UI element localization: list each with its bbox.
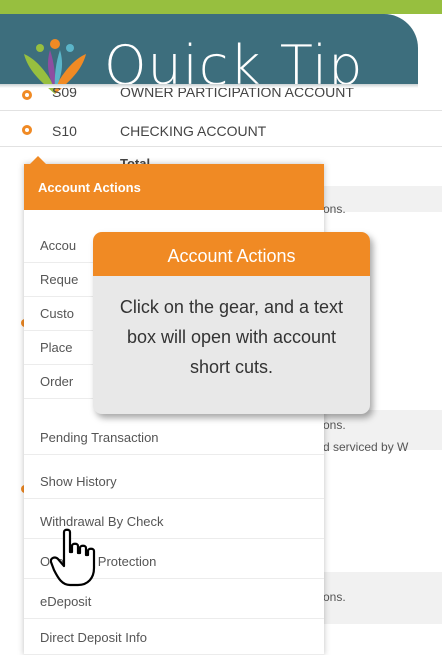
menu-item-label: Order [40, 374, 74, 389]
menu-item-label: Reque [40, 272, 79, 287]
account-number: S10 [52, 123, 77, 139]
hand-pointer-icon [50, 528, 96, 587]
menu-item[interactable]: Direct Deposit Info [24, 620, 324, 655]
background-text: ons. [323, 202, 346, 216]
account-name: CHECKING ACCOUNT [120, 123, 267, 139]
background-text: ons. [323, 590, 346, 604]
quick-tip-banner: Quick Tip [0, 14, 418, 97]
menu-item[interactable]: Show History [24, 464, 324, 499]
account-name: OWNER PARTICIPATION ACCOUNT [120, 88, 354, 100]
menu-item-label: Place [40, 340, 73, 355]
menu-item-label: Withdrawal By Check [40, 514, 164, 529]
gear-icon[interactable] [20, 88, 34, 102]
menu-item-label: Show History [40, 474, 117, 489]
menu-header-label: Account Actions [38, 180, 141, 195]
gear-icon[interactable] [20, 123, 34, 137]
menu-item-label: Accou [40, 238, 77, 253]
account-number: S09 [52, 88, 77, 100]
menu-caret [30, 156, 46, 164]
menu-item-label: Direct Deposit Info [40, 630, 147, 645]
table-row[interactable]: S10 CHECKING ACCOUNT [0, 116, 442, 147]
menu-item-label: Pending Transaction [40, 430, 159, 445]
table-row[interactable]: S09 OWNER PARTICIPATION ACCOUNT [0, 88, 442, 111]
background-text: ons. [323, 418, 346, 432]
quick-tip-callout: Account Actions Click on the gear, and a… [93, 232, 370, 414]
top-accent-bar [0, 0, 442, 14]
callout-body: Click on the gear, and a text box will o… [119, 297, 344, 377]
menu-item-label: eDeposit [40, 594, 92, 609]
menu-item-label: Custo [40, 306, 74, 321]
callout-header: Account Actions [93, 232, 370, 276]
menu-header: Account Actions [24, 164, 324, 210]
background-text: d serviced by W [323, 440, 409, 454]
menu-item[interactable]: eDeposit [24, 584, 324, 619]
menu-item[interactable]: Pending Transaction [24, 420, 324, 455]
